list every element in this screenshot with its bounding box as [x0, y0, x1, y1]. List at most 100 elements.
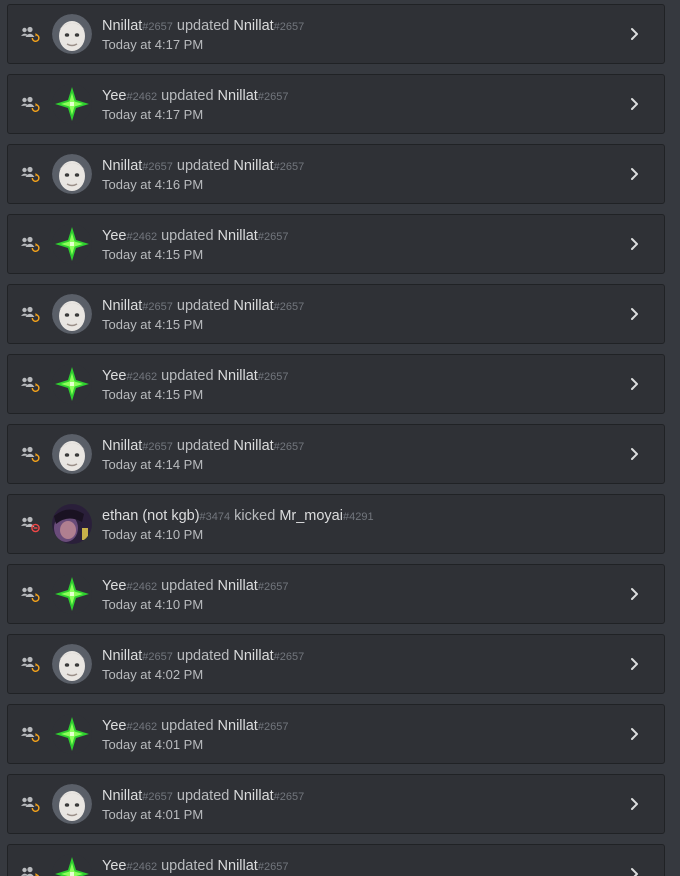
actor-name: Yee [102, 858, 127, 874]
actor-name: Yee [102, 718, 127, 734]
actor-name: Nnillat [102, 438, 143, 454]
actor-discriminator: #2657 [142, 651, 173, 663]
timestamp: Today at 4:17 PM [102, 37, 204, 52]
target-name: Nnillat [217, 718, 258, 734]
timestamp: Today at 4:10 PM [102, 527, 204, 542]
actor-name: Nnillat [102, 298, 143, 314]
audit-log-entry[interactable]: Yee#2462 updated Nnillat#2657 Today at 4… [7, 354, 665, 414]
target-discriminator: #2657 [257, 91, 289, 103]
audit-log-entry[interactable]: Nnillat#2657 updated Nnillat#2657 Today … [7, 284, 665, 344]
avatar [52, 574, 92, 614]
target-name: Nnillat [233, 788, 274, 804]
action-verb: updated [176, 158, 230, 174]
actor-discriminator: #2657 [142, 301, 173, 313]
timestamp: Today at 4:16 PM [102, 177, 204, 192]
action-verb: updated [176, 438, 230, 454]
members-update-icon [20, 25, 40, 43]
action-verb: updated [176, 788, 230, 804]
actor-discriminator: #2462 [126, 721, 158, 733]
target-discriminator: #2657 [257, 581, 289, 593]
chevron-right-icon[interactable] [628, 305, 642, 323]
chevron-right-icon[interactable] [628, 445, 642, 463]
target-discriminator: #2657 [273, 651, 305, 663]
avatar [52, 854, 92, 876]
actor-name: Nnillat [102, 648, 143, 664]
chevron-right-icon[interactable] [628, 25, 642, 43]
audit-log-entry[interactable]: Nnillat#2657 updated Nnillat#2657 Today … [7, 774, 665, 834]
chevron-right-icon[interactable] [628, 585, 642, 603]
timestamp: Today at 4:01 PM [102, 737, 204, 752]
members-update-icon [20, 375, 40, 393]
audit-log-entry[interactable]: Nnillat#2657 updated Nnillat#2657 Today … [7, 4, 665, 64]
audit-log-entry[interactable]: Yee#2462 updated Nnillat#2657 Today at 4… [7, 704, 665, 764]
chevron-right-icon[interactable] [628, 725, 642, 743]
avatar [52, 84, 92, 124]
action-verb: updated [161, 718, 214, 734]
actor-name: Yee [102, 228, 127, 244]
action-verb: updated [161, 88, 214, 104]
actor-discriminator: #2657 [142, 21, 173, 33]
target-name: Mr_moyai [279, 508, 343, 524]
timestamp: Today at 4:14 PM [102, 457, 204, 472]
target-discriminator: #2657 [257, 861, 289, 873]
audit-log-entry[interactable]: Nnillat#2657 updated Nnillat#2657 Today … [7, 144, 665, 204]
audit-log-entry[interactable]: Yee#2462 updated Nnillat#2657 [7, 844, 665, 876]
target-discriminator: #2657 [273, 301, 305, 313]
audit-log-entry[interactable]: Nnillat#2657 updated Nnillat#2657 Today … [7, 424, 665, 484]
members-update-icon [20, 165, 40, 183]
target-name: Nnillat [217, 88, 258, 104]
action-verb: updated [176, 18, 230, 34]
audit-log-summary: Yee#2462 updated Nnillat#2657 [102, 227, 288, 246]
action-verb: updated [161, 858, 214, 874]
audit-log-summary: Yee#2462 updated Nnillat#2657 [102, 577, 288, 596]
avatar [52, 224, 92, 264]
chevron-right-icon[interactable] [628, 795, 642, 813]
actor-discriminator: #2462 [126, 91, 158, 103]
audit-log-summary: Yee#2462 updated Nnillat#2657 [102, 367, 288, 386]
members-update-icon [20, 305, 40, 323]
avatar [52, 14, 92, 54]
members-update-icon [20, 95, 40, 113]
timestamp: Today at 4:17 PM [102, 107, 204, 122]
timestamp: Today at 4:02 PM [102, 667, 204, 682]
audit-log-summary: Nnillat#2657 updated Nnillat#2657 [102, 437, 304, 456]
audit-log-summary: ethan (not kgb)#3474 kicked Mr_moyai#429… [102, 507, 374, 526]
target-name: Nnillat [233, 298, 274, 314]
actor-name: Nnillat [102, 18, 143, 34]
chevron-right-icon[interactable] [628, 865, 642, 876]
audit-log-entry[interactable]: Nnillat#2657 updated Nnillat#2657 Today … [7, 634, 665, 694]
actor-name: Nnillat [102, 158, 143, 174]
actor-name: Nnillat [102, 788, 143, 804]
timestamp: Today at 4:15 PM [102, 387, 204, 402]
members-update-icon [20, 865, 40, 876]
chevron-right-icon[interactable] [628, 235, 642, 253]
audit-log-entry[interactable]: ethan (not kgb)#3474 kicked Mr_moyai#429… [7, 494, 665, 554]
actor-discriminator: #2462 [126, 581, 158, 593]
actor-discriminator: #2462 [126, 861, 158, 873]
target-discriminator: #4291 [342, 511, 374, 523]
target-discriminator: #2657 [273, 441, 305, 453]
target-discriminator: #2657 [273, 21, 305, 33]
timestamp: Today at 4:15 PM [102, 247, 204, 262]
actor-discriminator: #3474 [199, 511, 231, 523]
chevron-right-icon[interactable] [628, 655, 642, 673]
actor-name: ethan (not kgb) [102, 508, 200, 524]
chevron-right-icon[interactable] [628, 95, 642, 113]
avatar [52, 504, 92, 544]
chevron-right-icon[interactable] [628, 165, 642, 183]
audit-log-entry[interactable]: Yee#2462 updated Nnillat#2657 Today at 4… [7, 74, 665, 134]
members-update-icon [20, 725, 40, 743]
audit-log-entry[interactable]: Yee#2462 updated Nnillat#2657 Today at 4… [7, 214, 665, 274]
avatar [52, 434, 92, 474]
actor-name: Yee [102, 88, 127, 104]
audit-log-summary: Yee#2462 updated Nnillat#2657 [102, 717, 288, 736]
actor-name: Yee [102, 368, 127, 384]
audit-log-entry[interactable]: Yee#2462 updated Nnillat#2657 Today at 4… [7, 564, 665, 624]
action-verb: updated [161, 578, 214, 594]
audit-log-summary: Yee#2462 updated Nnillat#2657 [102, 87, 288, 106]
target-discriminator: #2657 [257, 231, 289, 243]
action-verb: updated [176, 298, 230, 314]
chevron-right-icon[interactable] [628, 375, 642, 393]
actor-discriminator: #2657 [142, 441, 173, 453]
audit-log-summary: Nnillat#2657 updated Nnillat#2657 [102, 297, 304, 316]
